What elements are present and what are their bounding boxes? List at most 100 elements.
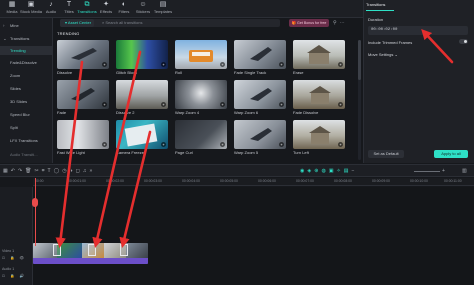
sidebar-item-slides[interactable]: Slides [0,84,53,93]
transition-card-dissolve[interactable]: + Dissolve [57,40,109,78]
audio-track-controls[interactable]: ⊡ 🔒 🔊 [2,274,26,278]
bonus-promo-button[interactable]: 🎁 Get Bonus for free [289,19,329,27]
trimmed-frames-toggle[interactable] [459,39,468,44]
transition-card-page-curl[interactable]: + Page Curl [175,120,227,158]
sidebar-item-trending[interactable]: Trending [0,46,53,55]
video-clip-track[interactable] [33,243,148,264]
titles-icon: T [66,1,72,8]
sidebar-item-label: Mine [10,23,19,28]
timeline-ruler[interactable]: 00:00 00:00:01:00 00:00:02:00 00:00:03:0… [33,178,474,186]
add-icon[interactable]: + [338,62,343,67]
transition-marker[interactable] [120,244,128,256]
transition-name: Warp Zoom 4 [175,110,200,115]
ruler-tick: 00:00 [35,179,44,183]
playhead-handle[interactable] [32,198,38,207]
set-default-button[interactable]: Set as Default [368,150,404,158]
shape-icon[interactable]: ◯ [54,168,63,174]
transition-card-erase[interactable]: + Erase [293,40,345,78]
cut-icon[interactable]: ✂ [35,168,42,174]
tab-transitions[interactable]: Transitions [366,2,392,10]
sidebar-item-zoom[interactable]: Zoom [0,71,53,80]
transition-card-fade-single-track[interactable]: + Fade Single Track [234,40,286,78]
sidebar-item-3d-slides[interactable]: 3D Slides [0,97,53,106]
ruler-tick: 00:00:05:00 [220,179,238,183]
sidebar-item-audio-transitions[interactable]: Audio Transiti... [0,150,53,159]
sidebar-item-mine[interactable]: › Mine [0,21,53,30]
more-icon[interactable]: ⋯ [340,20,348,26]
render-icon[interactable]: ▣ [329,168,337,174]
transition-card-camera-freeze[interactable]: + Camera Freeze [116,120,168,158]
transition-thumbnail: + [57,80,109,109]
add-icon[interactable]: + [279,62,284,67]
sidebar-item-speed-blur[interactable]: Speed Blur [0,110,53,119]
add-icon[interactable]: + [279,142,284,147]
layout-icon[interactable]: ▥ [462,168,467,174]
grid-icon[interactable]: ▦ [3,168,11,174]
search-input[interactable]: ⌕ Search all transitions [97,19,277,27]
transition-card-fast-wipe-light[interactable]: + Fast Wipe Light [57,120,109,158]
transition-card-fade[interactable]: + Fade [57,80,109,118]
toolbar-templates[interactable]: ▤ Templates [152,1,174,17]
timeline-view-tools: ◉◈⊕◍▣✧▤− [300,168,357,174]
transition-thumbnail: + [175,120,227,149]
mask-icon[interactable]: ◻ [76,168,83,174]
transition-card-glitch-block[interactable]: + Glitch Block [116,40,168,78]
more-tools-icon[interactable]: » [90,168,96,174]
transition-card-dissolve-2[interactable]: + Dissolve 2 [116,80,168,118]
grid-scrollbar[interactable] [358,40,361,160]
mic-icon[interactable]: ◍ [321,168,328,174]
add-icon[interactable]: + [338,142,343,147]
sidebar-item-label: Transitions [10,36,30,41]
add-icon[interactable]: + [102,102,107,107]
transition-thumbnail: + [234,40,286,69]
transition-card-roll[interactable]: + Roll [175,40,227,78]
transition-card-turn-left[interactable]: + Turn Left [293,120,345,158]
filter-icon[interactable]: ⚲ [333,20,340,26]
audio-edit-icon[interactable]: ♫ [83,168,90,174]
add-icon[interactable]: + [220,62,225,67]
sidebar-item-lfx-transitions[interactable]: LFX Transitions [0,136,53,145]
add-icon[interactable]: + [161,62,166,67]
audio-clip[interactable] [33,258,148,264]
zoom-out-icon[interactable]: − [351,168,357,174]
sidebar-item-split[interactable]: Split [0,123,53,132]
transition-name: Glitch Block [116,70,138,75]
duration-input[interactable]: 00:00:02:00 [368,26,468,35]
ai-icon[interactable]: ✧ [337,168,344,174]
toolbar-stock-media[interactable]: ▣ Stock Media [20,1,42,17]
add-icon[interactable]: + [279,102,284,107]
zoom-in-icon[interactable]: + [442,168,445,174]
duration-value: 00:00:02:00 [371,28,398,32]
transition-card-warp-zoom-4[interactable]: + Warp Zoom 4 [175,80,227,118]
sidebar-item-fade-dissolve[interactable]: Fade&Dissolve [0,58,53,67]
add-icon[interactable]: + [161,142,166,147]
scrollbar-thumb[interactable] [358,40,361,80]
zoom-slider[interactable] [414,171,440,172]
add-icon[interactable]: + [338,102,343,107]
video-track-controls[interactable]: ⊡ 🔒 👁 [2,256,26,260]
add-icon[interactable]: + [102,62,107,67]
transition-card-warp-zoom-5[interactable]: + Warp Zoom 5 [234,120,286,158]
toolbar-stickers[interactable]: ☺ Stickers [132,1,154,17]
add-icon[interactable]: + [220,142,225,147]
sidebar-item-transitions[interactable]: ⌄ Transitions [0,34,53,43]
transition-card-warp-zoom-6[interactable]: + Warp Zoom 6 [234,80,286,118]
transition-thumbnail: + [293,120,345,149]
add-icon[interactable]: + [220,102,225,107]
video-clip[interactable] [126,243,148,258]
transition-marker[interactable] [88,244,96,256]
speed-icon[interactable]: ◷ [62,168,69,174]
apply-to-all-button[interactable]: Apply to all [434,150,468,158]
more-settings[interactable]: Move Settings ⌄ [368,52,398,57]
undo-icon[interactable]: ↶ [11,168,18,174]
add-icon[interactable]: + [102,142,107,147]
sidebar-item-label: Speed Blur [10,112,30,117]
transition-card-fade-dissolve[interactable]: + Fade Dissolve [293,80,345,118]
add-icon[interactable]: + [161,102,166,107]
playhead[interactable] [35,178,36,246]
delete-icon[interactable]: 🗑 [25,168,34,174]
transition-marker[interactable] [53,244,61,256]
video-track-label: Video 1 [2,249,15,253]
asset-center-button[interactable]: ▾ Asset Center [60,19,94,27]
transition-thumbnail: + [57,120,109,149]
